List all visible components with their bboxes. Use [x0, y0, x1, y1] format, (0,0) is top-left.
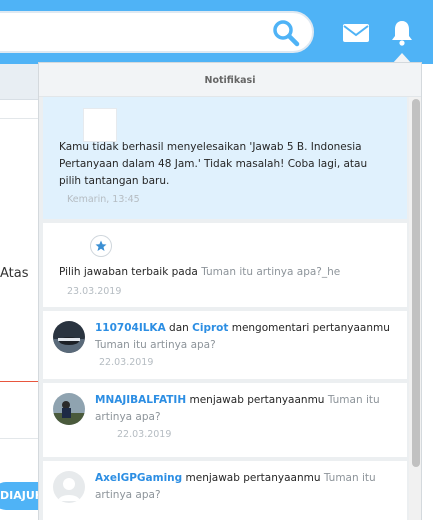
notification-time: 22.03.2019: [99, 357, 154, 368]
notification-header: Notifikasi: [39, 63, 421, 97]
avatar-image: [53, 321, 85, 353]
user-link[interactable]: 110704ILKA: [95, 322, 166, 334]
notification-text: 110704ILKA dan Ciprot mengomentari perta…: [95, 322, 390, 351]
notification-time: 23.03.2019: [67, 286, 122, 297]
notification-text: MNAJIBALFATIH menjawab pertanyaanmu Tuma…: [95, 394, 380, 423]
notification-list: Kamu tidak berhasil menyelesaikan 'Jawab…: [39, 97, 409, 520]
notification-item[interactable]: Kamu tidak berhasil menyelesaikan 'Jawab…: [43, 97, 407, 219]
search-icon[interactable]: [272, 19, 300, 47]
background-text: Atas: [0, 266, 29, 281]
mail-icon[interactable]: [343, 24, 369, 42]
bell-icon[interactable]: [391, 20, 413, 46]
challenge-thumbnail: [83, 108, 117, 142]
background-nav-strip: [0, 64, 40, 100]
user-link[interactable]: Ciprot: [192, 322, 228, 334]
avatar[interactable]: [53, 321, 85, 353]
avatar-image: [53, 393, 85, 425]
background-divider: [0, 438, 40, 439]
star-icon: [95, 240, 107, 251]
scrollbar-thumb[interactable]: [412, 99, 420, 467]
notification-time: 22.03.2019: [117, 429, 172, 440]
best-answer-badge: [90, 235, 112, 257]
background-divider: [0, 118, 40, 119]
notification-item[interactable]: MNAJIBALFATIH menjawab pertanyaanmu Tuma…: [43, 383, 407, 457]
notification-action: Pilih jawaban terbaik pada: [59, 266, 202, 278]
notification-text: Kamu tidak berhasil menyelesaikan 'Jawab…: [59, 141, 368, 187]
notification-title: Notifikasi: [204, 75, 256, 86]
user-link[interactable]: MNAJIBALFATIH: [95, 394, 186, 406]
user-link[interactable]: AxelGPGaming: [95, 472, 182, 484]
question-link[interactable]: Tuman itu artinya apa?_he: [201, 266, 340, 278]
notification-text: AxelGPGaming menjawab pertanyaanmu Tuman…: [95, 472, 376, 501]
notification-panel: Notifikasi Kamu tidak berhasil menyelesa…: [38, 62, 422, 520]
notification-item[interactable]: AxelGPGaming menjawab pertanyaanmu Tuman…: [43, 461, 407, 520]
avatar[interactable]: [53, 393, 85, 425]
avatar[interactable]: [53, 471, 85, 503]
default-avatar-icon: [58, 478, 80, 501]
notification-item[interactable]: Pilih jawaban terbaik pada Tuman itu art…: [43, 223, 407, 307]
notification-time: Kemarin, 13:45: [67, 194, 140, 205]
scrollbar[interactable]: [409, 97, 421, 520]
question-link[interactable]: Tuman itu artinya apa?: [95, 339, 216, 351]
background-accent-line: [0, 381, 40, 382]
notification-item[interactable]: 110704ILKA dan Ciprot mengomentari perta…: [43, 311, 407, 379]
notification-text: Pilih jawaban terbaik pada Tuman itu art…: [59, 264, 389, 281]
top-bar: [0, 0, 433, 64]
search-input[interactable]: [0, 11, 314, 53]
